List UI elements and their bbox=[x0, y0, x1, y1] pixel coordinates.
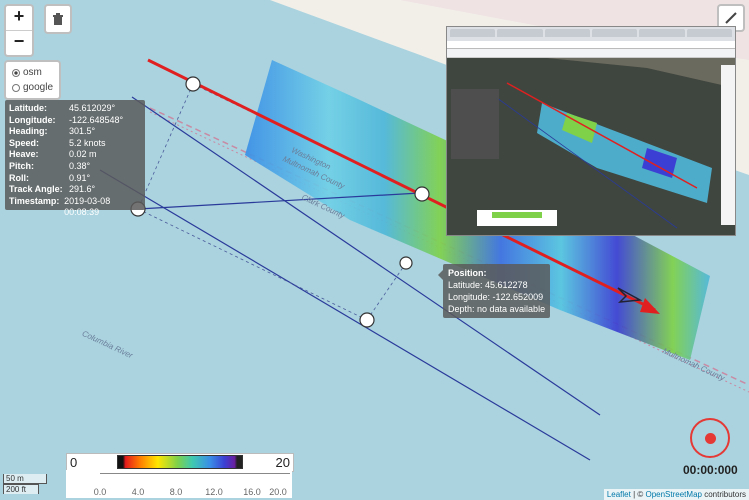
pencil-icon bbox=[725, 12, 737, 24]
legend-tick: 8.0 bbox=[169, 487, 183, 497]
legend-ticks: 0.0 4.0 8.0 12.0 16.0 20.0 bbox=[66, 470, 292, 498]
legend-tick: 4.0 bbox=[131, 487, 145, 497]
zoom-out-button[interactable]: − bbox=[6, 30, 32, 55]
inset-browser-screenshot bbox=[446, 26, 736, 236]
legend-min: 0 bbox=[70, 455, 78, 470]
position-depth: Depth: no data available bbox=[448, 304, 546, 314]
record-button[interactable] bbox=[690, 418, 730, 458]
leaflet-link[interactable]: Leaflet bbox=[607, 490, 631, 499]
legend-max: 20 bbox=[275, 455, 290, 470]
layer-option-google[interactable]: google bbox=[12, 80, 53, 95]
scale-bar: 50 m 200 ft bbox=[3, 474, 47, 494]
radio-osm[interactable] bbox=[12, 68, 20, 77]
inset-browser-chrome bbox=[447, 27, 735, 41]
inset-bookmarks-bar bbox=[447, 49, 735, 58]
position-title: Position: bbox=[448, 268, 487, 278]
inset-toolbar bbox=[721, 65, 735, 225]
zoom-in-button[interactable]: + bbox=[6, 6, 32, 30]
inset-info-tooltip bbox=[451, 89, 499, 159]
position-tooltip: Position: Latitude: 45.612278 Longitude:… bbox=[437, 264, 551, 318]
record-icon bbox=[704, 432, 716, 444]
drag-handle[interactable] bbox=[414, 186, 430, 202]
legend-tick: 16.0 bbox=[243, 487, 261, 497]
navigation-tooltip: Latitude: 45.612029° Longitude: -122.64854… bbox=[5, 100, 145, 217]
layer-switcher: osm google bbox=[4, 60, 62, 100]
map-attribution: Leaflet | © OpenStreetMap contributors bbox=[603, 489, 749, 500]
legend-tick: 0.0 bbox=[93, 487, 107, 497]
legend-color-bar bbox=[117, 455, 243, 469]
legend-tick: 12.0 bbox=[205, 487, 223, 497]
osm-link[interactable]: OpenStreetMap bbox=[645, 490, 701, 499]
zoom-control: + − bbox=[4, 4, 34, 57]
layer-option-osm[interactable]: osm bbox=[12, 65, 53, 80]
trash-icon bbox=[53, 13, 63, 25]
trash-button[interactable] bbox=[44, 4, 72, 34]
recording-timer: 00:00:000 bbox=[683, 463, 738, 477]
scale-metric: 50 m bbox=[3, 474, 47, 484]
legend-tick: 20.0 bbox=[269, 487, 287, 497]
scale-imperial: 200 ft bbox=[3, 484, 39, 494]
inset-address-bar bbox=[447, 41, 735, 49]
position-longitude: Longitude: -122.652009 bbox=[448, 292, 544, 302]
position-latitude: Latitude: 45.612278 bbox=[448, 280, 528, 290]
drag-handle[interactable] bbox=[399, 256, 413, 270]
drag-handle[interactable] bbox=[185, 76, 201, 92]
drag-handle[interactable] bbox=[359, 312, 375, 328]
radio-google[interactable] bbox=[12, 83, 20, 92]
